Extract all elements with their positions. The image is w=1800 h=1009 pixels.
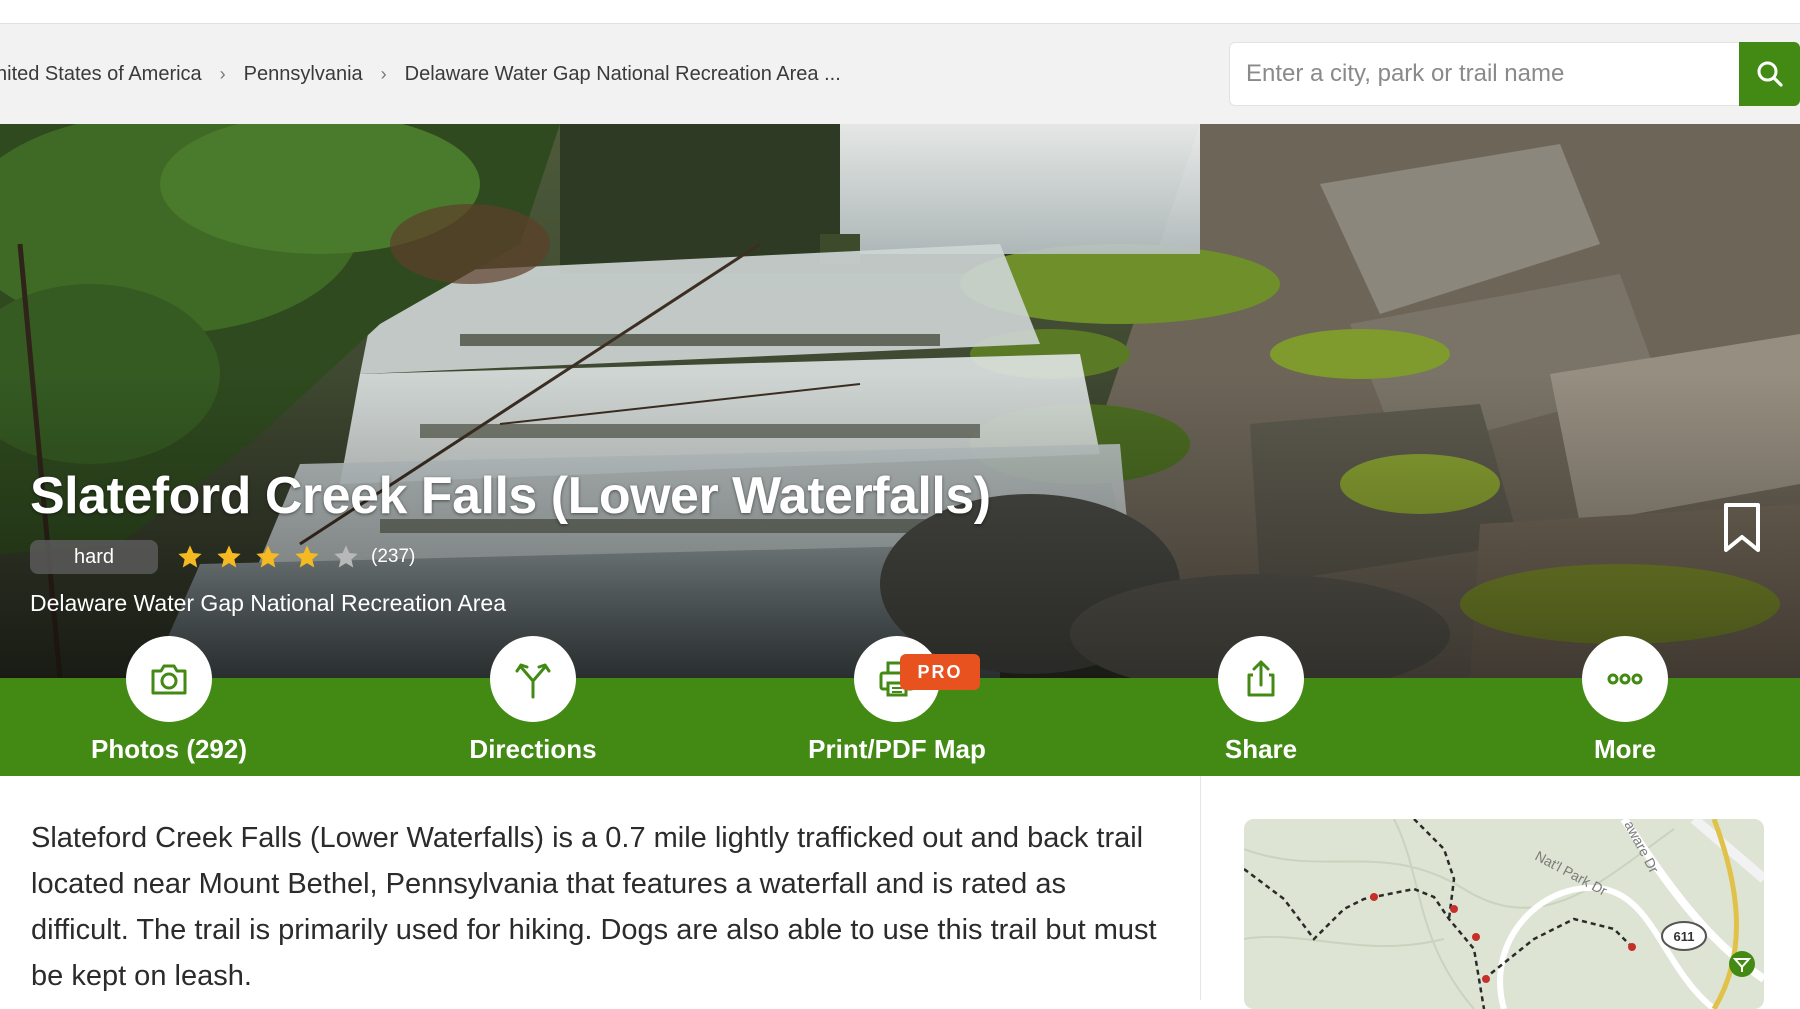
action-circle [1218,636,1304,722]
photos-label: Photos (292) [90,734,248,764]
print-pdf-map-label: Print/PDF Map [808,734,986,764]
breadcrumb-state[interactable]: Pennsylvania [244,63,363,86]
more-icon [1607,673,1643,685]
share-label: Share [1224,734,1298,764]
action-circle [126,636,212,722]
star-full-icon [248,540,287,574]
rating-row: hard (237) [30,540,415,574]
search-box [1229,42,1800,106]
breadcrumb-separator: › [219,63,226,84]
star-full-icon [209,540,248,574]
directions-label: Directions [469,734,597,764]
action-bar: PRO Photos (292) Directions Print/PDF Ma… [0,636,1800,776]
share-button[interactable]: Share [1161,636,1361,765]
camera-icon [151,664,187,695]
star-full-icon [170,540,209,574]
search-input[interactable] [1229,42,1739,106]
difficulty-badge: hard [30,540,158,574]
bookmark-button[interactable] [1722,502,1762,554]
more-label: More [1593,734,1657,764]
directions-button[interactable]: Directions [433,636,633,765]
breadcrumb-country[interactable]: nited States of America [0,63,202,86]
trail-description: Slateford Creek Falls (Lower Waterfalls)… [31,822,1157,992]
breadcrumb-park[interactable]: Delaware Water Gap National Recreation A… [405,63,841,86]
more-button[interactable]: More [1525,636,1725,765]
star-rating[interactable] [170,540,365,574]
trail-map-preview[interactable]: Nat'l Park Dr aware Dr 611 [1244,819,1764,1009]
star-empty-icon [326,540,365,574]
park-name-link[interactable]: Delaware Water Gap National Recreation A… [30,590,506,617]
content-divider [1200,776,1201,1000]
sub-header-bar: nited States of America › Pennsylvania ›… [0,24,1800,124]
search-icon [1757,61,1783,87]
pro-badge: PRO [900,654,980,690]
breadcrumb: nited States of America › Pennsylvania ›… [0,24,841,124]
action-circle [490,636,576,722]
star-full-icon [287,540,326,574]
search-button[interactable] [1739,42,1800,106]
map-graphic: Nat'l Park Dr aware Dr 611 [1244,819,1764,1009]
trail-title: Slateford Creek Falls (Lower Waterfalls) [30,467,991,525]
route-shield-label: 611 [1674,929,1695,944]
bookmark-icon [1724,503,1760,552]
share-icon [1247,660,1275,697]
breadcrumb-separator: › [380,63,387,84]
directions-icon [515,663,551,699]
review-count[interactable]: (237) [371,546,415,568]
action-circle [1582,636,1668,722]
photos-button[interactable]: Photos (292) [69,636,269,765]
top-strip [0,0,1800,24]
hero-photo[interactable]: Slateford Creek Falls (Lower Waterfalls)… [0,124,1800,678]
